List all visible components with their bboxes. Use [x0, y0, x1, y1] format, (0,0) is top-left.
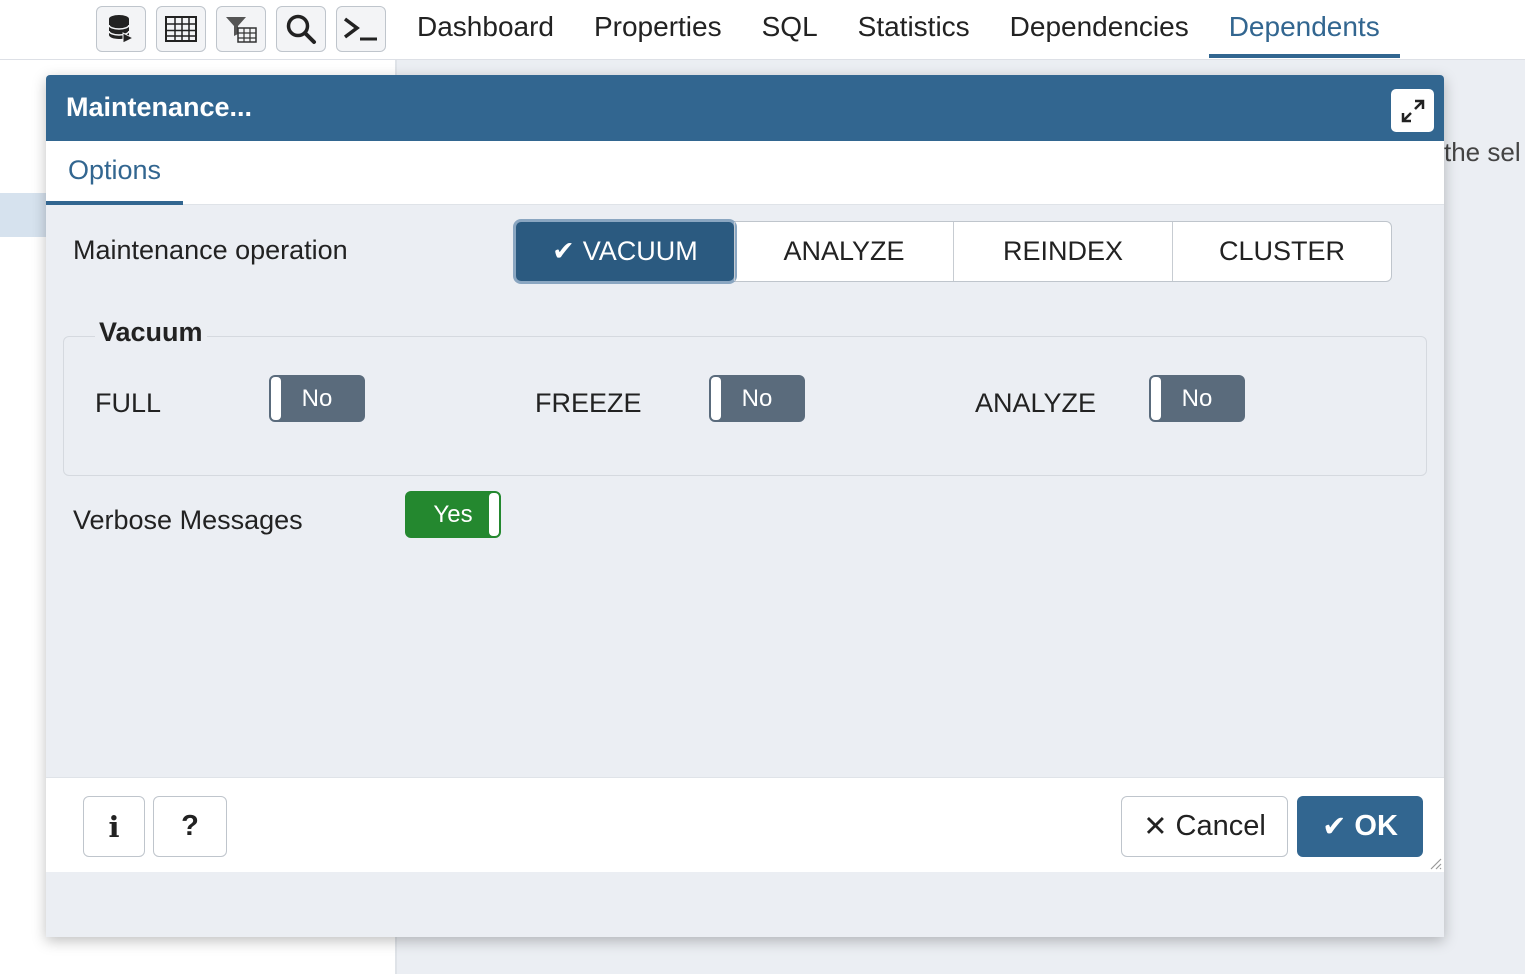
- vacuum-legend: Vacuum: [95, 317, 207, 348]
- operation-vacuum-label: VACUUM: [582, 236, 698, 266]
- analyze-toggle[interactable]: No: [1149, 375, 1245, 422]
- ok-label: OK: [1354, 810, 1398, 842]
- maintenance-operation-selector: ✔ VACUUM ANALYZE REINDEX CLUSTER: [515, 221, 1392, 282]
- tab-dependents[interactable]: Dependents: [1208, 0, 1400, 58]
- info-icon: i: [108, 809, 120, 844]
- tab-dependencies[interactable]: Dependencies: [990, 0, 1209, 58]
- help-button[interactable]: ?: [153, 796, 227, 857]
- analyze-label: ANALYZE: [975, 388, 1097, 418]
- verbose-messages-toggle[interactable]: Yes: [405, 491, 501, 538]
- maximize-button[interactable]: [1391, 89, 1434, 132]
- full-toggle[interactable]: No: [269, 375, 365, 422]
- full-toggle-value: No: [301, 385, 333, 412]
- filtered-rows-button[interactable]: [216, 6, 266, 52]
- ok-button[interactable]: ✔ OK: [1297, 796, 1423, 857]
- maintenance-dialog: Maintenance... Options Maintenance opera…: [46, 75, 1444, 937]
- cancel-label: Cancel: [1175, 810, 1266, 842]
- operation-vacuum-button[interactable]: ✔ VACUUM: [516, 222, 734, 281]
- verbose-messages-label: Verbose Messages: [73, 505, 303, 535]
- dialog-body: Maintenance operation ✔ VACUUM ANALYZE R…: [46, 205, 1444, 777]
- check-icon: ✔: [552, 236, 575, 266]
- tab-properties[interactable]: Properties: [574, 0, 742, 58]
- operation-reindex-button[interactable]: REINDEX: [953, 222, 1172, 281]
- terminal-icon: [343, 17, 377, 41]
- operation-cluster-button[interactable]: CLUSTER: [1172, 222, 1391, 281]
- dialog-tab-bar: Options: [46, 141, 1444, 205]
- selected-tree-row[interactable]: [0, 193, 46, 237]
- filtered-rows-icon: [226, 17, 257, 43]
- full-label: FULL: [95, 388, 162, 418]
- expand-icon: [1401, 99, 1424, 122]
- query-tool-button[interactable]: [96, 6, 146, 52]
- dialog-header[interactable]: Maintenance...: [46, 75, 1444, 141]
- maintenance-operation-label: Maintenance operation: [73, 235, 348, 265]
- tab-options[interactable]: Options: [46, 141, 183, 205]
- dialog-footer: i ? ✕ Cancel ✔ OK: [46, 777, 1444, 872]
- check-icon: ✔: [1322, 811, 1347, 843]
- analyze-toggle-value: No: [1181, 385, 1213, 412]
- dialog-bottom-area: [46, 872, 1444, 937]
- info-button[interactable]: i: [83, 796, 145, 857]
- resize-grip-icon[interactable]: [1428, 856, 1442, 870]
- search-objects-button[interactable]: [276, 6, 326, 52]
- main-tab-bar: Dashboard Properties SQL Statistics Depe…: [397, 0, 1400, 58]
- psql-tool-button[interactable]: [336, 6, 386, 52]
- cancel-button[interactable]: ✕ Cancel: [1121, 796, 1288, 857]
- table-icon: [165, 16, 197, 42]
- close-icon: ✕: [1143, 811, 1168, 843]
- tab-sql[interactable]: SQL: [742, 0, 838, 58]
- background-message-text: the sel: [1444, 137, 1521, 167]
- dialog-title: Maintenance...: [66, 92, 253, 122]
- view-data-button[interactable]: [156, 6, 206, 52]
- search-icon: [286, 14, 316, 44]
- freeze-toggle[interactable]: No: [709, 375, 805, 422]
- tab-dashboard[interactable]: Dashboard: [397, 0, 574, 58]
- freeze-toggle-value: No: [741, 385, 773, 412]
- verbose-toggle-value: Yes: [433, 501, 473, 528]
- database-query-icon: [108, 15, 135, 44]
- tab-statistics[interactable]: Statistics: [838, 0, 990, 58]
- freeze-label: FREEZE: [535, 388, 642, 418]
- operation-analyze-button[interactable]: ANALYZE: [734, 222, 953, 281]
- help-icon: ?: [181, 810, 199, 842]
